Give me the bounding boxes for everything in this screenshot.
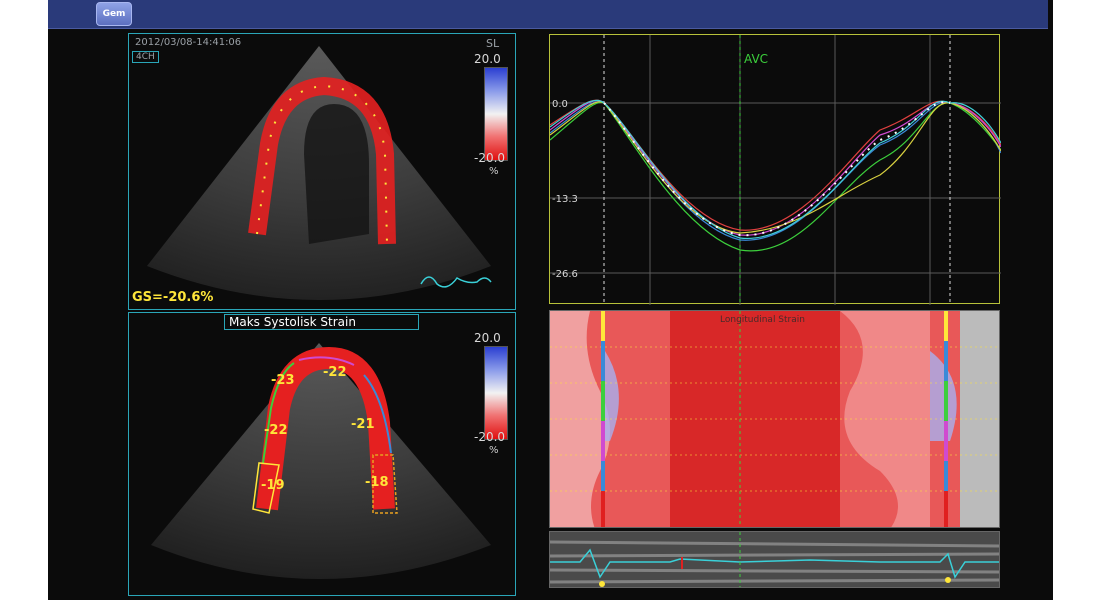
- unit-label: %: [489, 166, 499, 177]
- panel-title: Maks Systolisk Strain: [224, 314, 419, 330]
- scale-min-label: -20.0: [474, 151, 506, 165]
- y-tick-label: 0.0: [552, 99, 568, 110]
- strain-map-image: Longitudinal Strain: [550, 311, 999, 527]
- segment-value: -19: [261, 478, 285, 493]
- segment-value: -18: [365, 475, 389, 490]
- segment-value: -23: [271, 373, 295, 388]
- ecg-trace: [550, 532, 999, 587]
- segment-value: -22: [264, 423, 288, 438]
- scale-min-label: -20.0: [474, 430, 506, 444]
- echo-bullseye-panel[interactable]: Maks Systolisk Strain -23 -22 -22 -21 -1…: [128, 312, 516, 596]
- echo-segment-image: [151, 343, 491, 579]
- strain-colorbar: [484, 67, 508, 161]
- scale-name: SL: [486, 37, 500, 50]
- save-button[interactable]: Gem: [96, 2, 132, 26]
- timestamp: 2012/03/08-14:41:06: [135, 37, 242, 48]
- scale-max-label: 20.0: [474, 331, 501, 345]
- avc-label: AVC: [744, 52, 768, 66]
- global-strain-value: GS=-20.6%: [132, 290, 214, 305]
- strain-map-title: Longitudinal Strain: [720, 315, 805, 325]
- echo-strain-screen: Gem 2012/03/08-14:41:06 4CH SL 20.0 -20.…: [48, 0, 1053, 600]
- y-tick-label: -26.6: [552, 269, 578, 280]
- segment-value: -21: [351, 417, 375, 432]
- strain-curves: AVC 0.0 -13.3 -26.6: [550, 35, 1001, 305]
- view-label: 4CH: [132, 51, 159, 63]
- echo-4ch-panel[interactable]: 2012/03/08-14:41:06 4CH SL 20.0 -20.0 % …: [128, 33, 516, 310]
- y-tick-label: -13.3: [552, 194, 578, 205]
- strain-mmode-map[interactable]: Longitudinal Strain: [549, 310, 1000, 528]
- unit-label: %: [489, 445, 499, 456]
- strain-curve-graph[interactable]: AVC 0.0 -13.3 -26.6: [549, 34, 1001, 305]
- strain-colorbar: [484, 346, 508, 440]
- segment-value: -22: [323, 365, 347, 380]
- scale-max-label: 20.0: [474, 52, 501, 66]
- ecg-strip[interactable]: [549, 531, 1000, 588]
- top-toolbar: Gem: [48, 0, 1048, 29]
- echo-4ch-image: [147, 46, 492, 300]
